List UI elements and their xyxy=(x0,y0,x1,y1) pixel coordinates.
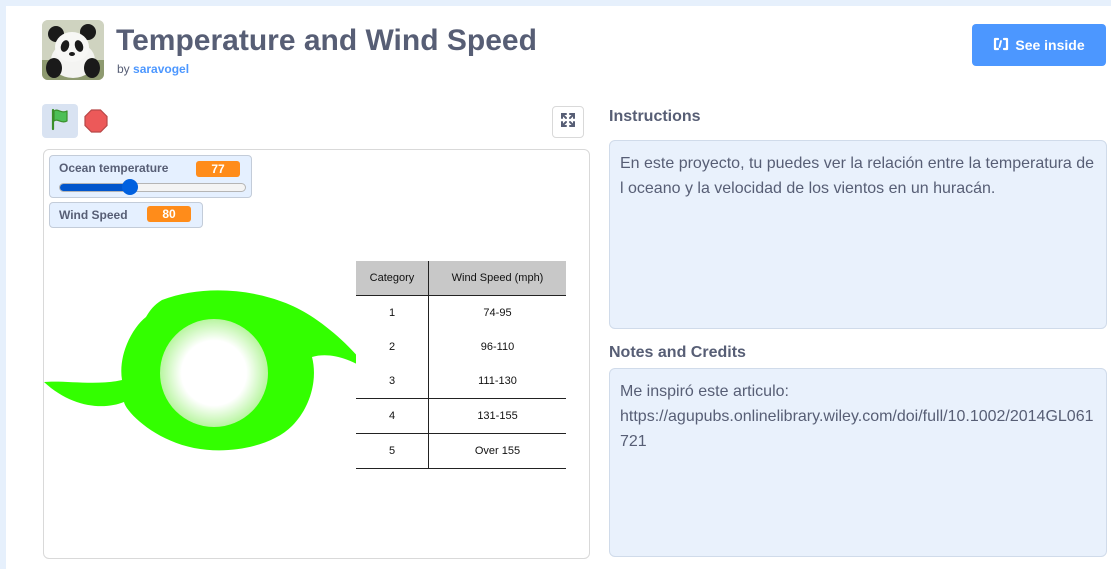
author-link[interactable]: saravogel xyxy=(133,62,189,76)
table-cell-wind-speed: Over 155 xyxy=(428,433,566,469)
notes-link[interactable]: https://agupubs.onlinelibrary.wiley.com/… xyxy=(620,404,1096,454)
ocean-temperature-slider[interactable] xyxy=(59,179,246,195)
fullscreen-icon xyxy=(560,112,576,133)
byline: by saravogel xyxy=(117,62,189,76)
green-flag-button[interactable] xyxy=(42,104,78,138)
see-inside-label: See inside xyxy=(1015,37,1085,53)
table-cell-category: 2 xyxy=(356,330,429,364)
instructions-title: Instructions xyxy=(609,108,701,125)
stop-sign-icon xyxy=(84,109,108,137)
table-cell-wind-speed: 131-155 xyxy=(428,398,566,434)
remix-icon xyxy=(993,37,1009,54)
table-header-row: Category Wind Speed (mph) xyxy=(356,261,566,296)
notes-box[interactable]: Me inspiró este articulo: https://agupub… xyxy=(609,368,1107,557)
wind-speed-label: Wind Speed xyxy=(59,208,128,222)
hurricane-eye xyxy=(160,319,268,427)
table-cell-category: 5 xyxy=(356,433,429,469)
table-row: 4 131-155 xyxy=(356,398,566,434)
notes-line-1: Me inspiró este articulo: xyxy=(620,383,789,400)
slider-fill xyxy=(60,184,131,191)
by-label: by xyxy=(117,62,130,76)
green-flag-icon xyxy=(48,107,72,136)
instructions-box[interactable]: En este proyecto, tu puedes ver la relac… xyxy=(609,140,1107,329)
table-cell-category: 1 xyxy=(356,295,429,330)
slider-thumb[interactable] xyxy=(122,179,139,195)
panda-icon xyxy=(42,20,104,80)
notes-title: Notes and Credits xyxy=(609,344,746,361)
project-title: Temperature and Wind Speed xyxy=(116,24,537,57)
ocean-temperature-value: 77 xyxy=(196,161,240,177)
table-cell-category: 4 xyxy=(356,398,429,434)
ocean-temperature-label: Ocean temperature xyxy=(59,161,169,175)
instructions-text: En este proyecto, tu puedes ver la relac… xyxy=(620,155,1095,197)
table-header-wind-speed: Wind Speed (mph) xyxy=(428,261,566,296)
table-cell-wind-speed: 111-130 xyxy=(428,364,566,399)
wind-speed-value: 80 xyxy=(147,206,191,222)
project-stage[interactable]: Ocean temperature 77 Wind Speed 80 Categ… xyxy=(43,149,590,559)
see-inside-button[interactable]: See inside xyxy=(972,24,1106,66)
stop-button[interactable] xyxy=(84,109,108,133)
table-cell-wind-speed: 96-110 xyxy=(480,341,515,353)
fullscreen-button[interactable] xyxy=(552,106,584,138)
table-header-category: Category xyxy=(356,261,429,296)
project-page: Temperature and Wind Speed by saravogel … xyxy=(6,6,1111,569)
table-row: 3 111-130 xyxy=(356,364,566,399)
table-row: 1 74-95 xyxy=(356,295,566,330)
table-cell-category: 3 xyxy=(356,364,429,399)
wind-speed-monitor: Wind Speed 80 xyxy=(49,202,203,228)
table-row: 5 Over 155 xyxy=(356,433,566,469)
table-cell-wind-speed: 74-95 xyxy=(483,307,512,319)
table-row: 2 96-110 xyxy=(356,330,566,364)
category-table: Category Wind Speed (mph) 1 74-95 2 96-1… xyxy=(356,261,566,469)
ocean-temperature-monitor: Ocean temperature 77 xyxy=(49,155,252,198)
